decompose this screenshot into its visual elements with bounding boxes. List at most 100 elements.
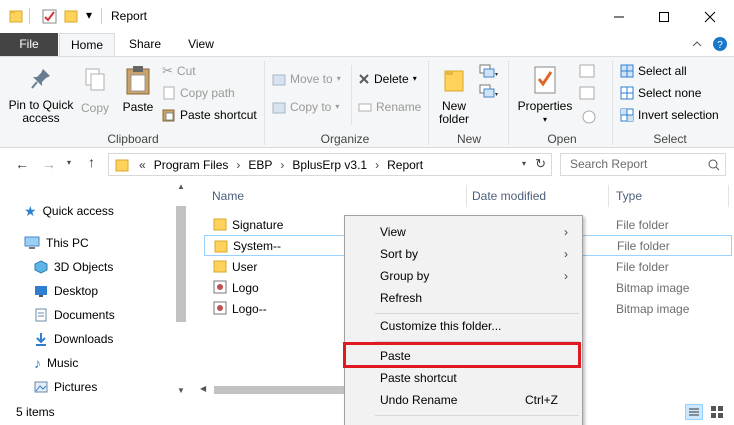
- properties-checklist-icon[interactable]: [42, 9, 57, 24]
- pin-to-quick-access-button[interactable]: Pin to Quick access: [4, 67, 78, 125]
- up-arrow-icon[interactable]: ↑: [88, 154, 95, 170]
- forward-arrow-icon[interactable]: →: [42, 156, 56, 172]
- menu-item-label: Sort by: [380, 247, 419, 261]
- paste-shortcut-label: Paste shortcut: [180, 108, 257, 122]
- horizontal-scrollbar-thumb[interactable]: [214, 386, 364, 394]
- address-bar[interactable]: « Program Files › EBP › BplusErp v3.1 › …: [108, 153, 552, 176]
- copy-path-button[interactable]: Copy path: [162, 83, 235, 103]
- invert-selection-button[interactable]: Invert selection: [620, 105, 719, 125]
- tab-share[interactable]: Share: [119, 33, 171, 56]
- file-name: User: [232, 259, 258, 274]
- nav-item-music[interactable]: ♪ Music: [34, 352, 78, 374]
- scroll-left-icon[interactable]: ◀: [200, 384, 206, 393]
- collapse-ribbon-icon[interactable]: [692, 40, 702, 48]
- column-divider[interactable]: [728, 185, 729, 207]
- menu-item-view[interactable]: View ›: [345, 221, 582, 243]
- menu-item-undo-rename[interactable]: Undo Rename Ctrl+Z: [345, 389, 582, 411]
- breadcrumb-bpluserp[interactable]: BplusErp v3.1: [292, 158, 367, 172]
- file-type: File folder: [617, 238, 670, 253]
- ribbon: Pin to Quick access Copy Paste ✂ Cut Cop…: [0, 56, 734, 148]
- breadcrumb-program-files[interactable]: Program Files: [154, 158, 229, 172]
- nav-item-pictures[interactable]: Pictures: [34, 376, 97, 398]
- paste-highlight-box: [343, 342, 581, 368]
- menu-item-label: Refresh: [380, 291, 423, 305]
- new-group-label: New: [456, 132, 481, 146]
- address-row: ← → ▾ ↑ « Program Files › EBP › BplusErp…: [0, 148, 734, 182]
- column-header-name[interactable]: Name: [212, 186, 244, 206]
- bitmap-icon: [213, 301, 227, 315]
- nav-item-desktop[interactable]: Desktop: [34, 280, 98, 302]
- file-name: Logo--: [232, 301, 267, 316]
- pictures-icon: [34, 381, 48, 393]
- recent-locations-chevron-icon[interactable]: ▾: [67, 158, 71, 167]
- column-header-type[interactable]: Type: [616, 186, 642, 206]
- documents-icon: [35, 308, 47, 322]
- scroll-up-icon[interactable]: ▲: [177, 182, 185, 191]
- search-input[interactable]: Search Report: [560, 153, 726, 176]
- pin-icon: [31, 69, 50, 89]
- column-divider[interactable]: [466, 185, 467, 207]
- menu-item-group-by[interactable]: Group by ›: [345, 265, 582, 287]
- chevron-right-icon: ›: [564, 247, 568, 261]
- paste-shortcut-button[interactable]: Paste shortcut: [162, 105, 257, 125]
- address-overflow-chevron[interactable]: «: [139, 158, 146, 172]
- move-to-icon: [272, 74, 286, 86]
- nav-item-3d-objects[interactable]: 3D Objects: [34, 256, 113, 278]
- rename-button[interactable]: Rename: [358, 97, 421, 117]
- scroll-down-icon[interactable]: ▼: [177, 386, 185, 395]
- minimize-button[interactable]: [596, 0, 642, 33]
- nav-item-documents[interactable]: Documents: [34, 304, 115, 326]
- select-all-button[interactable]: Select all: [620, 61, 687, 81]
- nav-item-this-pc[interactable]: This PC: [24, 232, 89, 254]
- tab-view[interactable]: View: [175, 33, 227, 56]
- nav-item-quick-access[interactable]: ★ Quick access: [24, 200, 114, 222]
- close-icon: [704, 11, 716, 22]
- close-button[interactable]: [687, 0, 733, 33]
- cut-button[interactable]: ✂ Cut: [162, 61, 196, 81]
- properties-button[interactable]: Properties ▾: [514, 65, 576, 126]
- column-divider[interactable]: [608, 185, 609, 207]
- star-icon: ★: [24, 202, 37, 219]
- navigation-pane: ★ Quick access This PC 3D Objects Deskto…: [0, 182, 190, 400]
- open-options-icon[interactable]: [578, 63, 600, 125]
- tab-file[interactable]: File: [0, 33, 58, 56]
- scissors-icon: ✂: [162, 63, 173, 78]
- help-icon[interactable]: ?: [712, 36, 728, 52]
- open-group-label: Open: [547, 132, 577, 146]
- new-folder-button[interactable]: New folder: [432, 67, 476, 126]
- quick-access-toolbar-dropdown[interactable]: ▾: [86, 8, 92, 22]
- maximize-button[interactable]: [641, 0, 687, 33]
- details-view-icon[interactable]: [685, 404, 703, 420]
- ribbon-tabs: File Home Share View ?: [0, 33, 734, 57]
- menu-item-paste-shortcut[interactable]: Paste shortcut: [345, 367, 582, 389]
- breadcrumb-ebp[interactable]: EBP: [248, 158, 272, 172]
- back-arrow-icon[interactable]: ←: [15, 156, 29, 172]
- new-folder-icon[interactable]: [64, 9, 78, 23]
- new-folder-icon: [444, 70, 464, 92]
- delete-button[interactable]: Delete ▾: [358, 69, 417, 89]
- select-none-button[interactable]: Select none: [620, 83, 701, 103]
- chevron-down-icon: ▾: [336, 74, 341, 83]
- refresh-icon[interactable]: ↻: [535, 156, 546, 172]
- copy-to-button[interactable]: Copy to ▾: [272, 97, 339, 117]
- nav-item-downloads[interactable]: Downloads: [34, 328, 113, 350]
- breadcrumb-separator-icon: ›: [375, 157, 380, 172]
- select-group-label: Select: [653, 132, 687, 146]
- large-icons-view-icon[interactable]: [709, 404, 725, 420]
- address-history-chevron-icon[interactable]: ▾: [522, 159, 526, 168]
- breadcrumb-report[interactable]: Report: [387, 158, 423, 172]
- tab-home[interactable]: Home: [59, 33, 115, 57]
- menu-item-sort-by[interactable]: Sort by ›: [345, 243, 582, 265]
- desktop-icon: [35, 286, 47, 297]
- menu-item-label: Paste shortcut: [380, 371, 457, 385]
- move-to-button[interactable]: Move to ▾: [272, 69, 341, 89]
- nav-scrollbar-thumb[interactable]: [176, 206, 186, 322]
- folder-icon[interactable]: [9, 9, 23, 23]
- menu-item-refresh[interactable]: Refresh: [345, 287, 582, 309]
- copy-button[interactable]: Copy: [78, 67, 112, 115]
- paste-button[interactable]: Paste: [120, 65, 156, 114]
- new-item-icon[interactable]: [478, 63, 500, 101]
- column-header-date-modified[interactable]: Date modified: [472, 186, 546, 206]
- menu-item-customize-folder[interactable]: Customize this folder...: [345, 315, 582, 337]
- rename-label: Rename: [376, 100, 422, 114]
